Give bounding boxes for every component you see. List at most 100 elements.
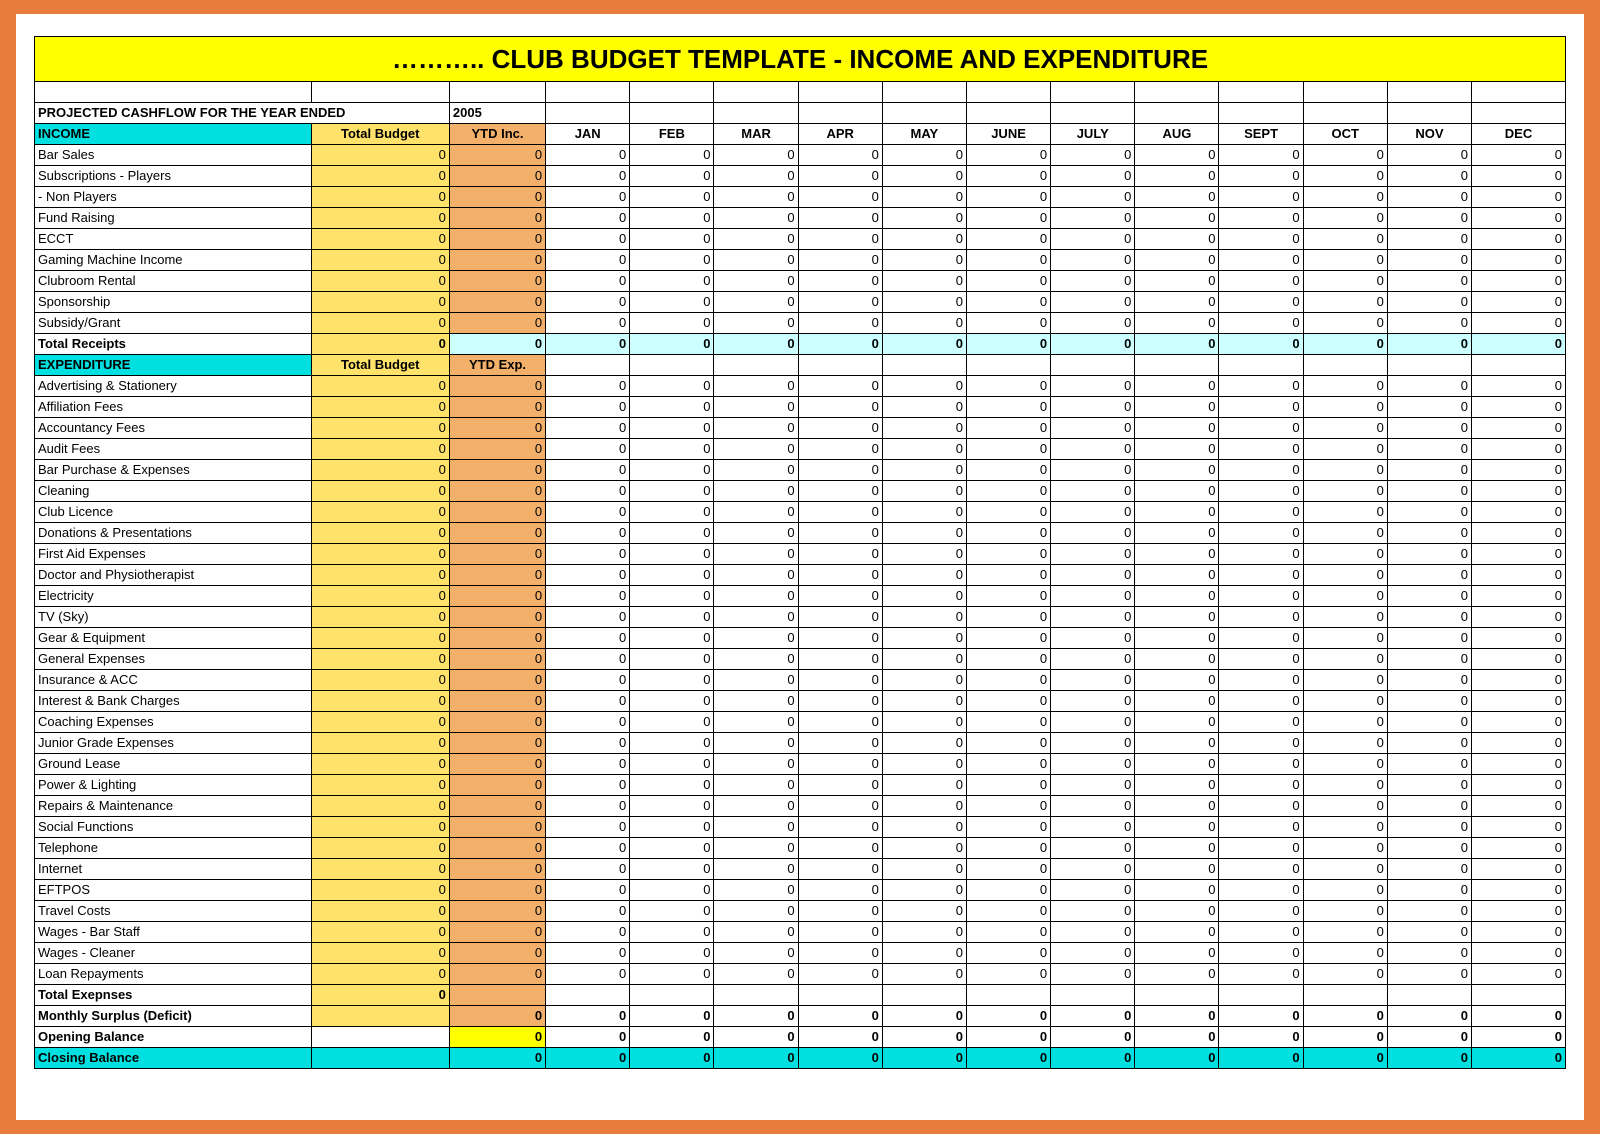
month-cell[interactable]: 0 (1387, 964, 1471, 985)
month-cell[interactable]: 0 (798, 502, 882, 523)
month-cell[interactable]: 0 (1135, 208, 1219, 229)
total-receipts-budget[interactable]: 0 (311, 334, 449, 355)
month-cell[interactable]: 0 (798, 922, 882, 943)
month-cell[interactable]: 0 (798, 733, 882, 754)
month-cell[interactable]: 0 (1387, 754, 1471, 775)
month-cell[interactable]: 0 (1051, 229, 1135, 250)
total-expenses-budget[interactable]: 0 (311, 985, 449, 1006)
month-cell[interactable]: 0 (1472, 544, 1566, 565)
month-cell[interactable]: 0 (714, 523, 798, 544)
month-cell[interactable]: 0 (546, 670, 630, 691)
month-cell[interactable]: 0 (1472, 964, 1566, 985)
month-cell[interactable]: 0 (1051, 502, 1135, 523)
month-cell[interactable]: 0 (714, 964, 798, 985)
month-cell[interactable]: 0 (714, 187, 798, 208)
month-cell[interactable]: 0 (1387, 943, 1471, 964)
month-cell[interactable]: 0 (966, 901, 1050, 922)
month-cell[interactable]: 0 (546, 187, 630, 208)
month-cell[interactable]: 0 (1219, 586, 1303, 607)
month-cell[interactable]: 0 (882, 880, 966, 901)
month-cell[interactable]: 0 (1051, 901, 1135, 922)
month-cell[interactable]: 0 (1219, 481, 1303, 502)
month-cell[interactable]: 0 (1051, 628, 1135, 649)
month-cell[interactable]: 0 (882, 502, 966, 523)
month-cell[interactable]: 0 (966, 208, 1050, 229)
month-cell[interactable]: 0 (1472, 649, 1566, 670)
budget-cell[interactable]: 0 (311, 481, 449, 502)
month-cell[interactable]: 0 (714, 397, 798, 418)
budget-cell[interactable]: 0 (311, 187, 449, 208)
month-cell[interactable]: 0 (1472, 145, 1566, 166)
month-cell[interactable]: 0 (1219, 859, 1303, 880)
month-cell[interactable]: 0 (630, 943, 714, 964)
month-cell[interactable]: 0 (1051, 418, 1135, 439)
month-cell[interactable]: 0 (1303, 229, 1387, 250)
month-cell[interactable]: 0 (546, 775, 630, 796)
month-cell[interactable]: 0 (1051, 859, 1135, 880)
month-cell[interactable]: 0 (1051, 691, 1135, 712)
month-cell[interactable]: 0 (714, 880, 798, 901)
month-cell[interactable]: 0 (798, 796, 882, 817)
month-cell[interactable]: 0 (1303, 817, 1387, 838)
month-cell[interactable]: 0 (630, 649, 714, 670)
budget-cell[interactable]: 0 (311, 166, 449, 187)
budget-cell[interactable]: 0 (311, 649, 449, 670)
month-cell[interactable]: 0 (1135, 859, 1219, 880)
month-cell[interactable]: 0 (1303, 418, 1387, 439)
month-cell[interactable]: 0 (798, 775, 882, 796)
month-cell[interactable]: 0 (1387, 502, 1471, 523)
month-cell[interactable]: 0 (1051, 439, 1135, 460)
month-cell[interactable]: 0 (966, 754, 1050, 775)
month-cell[interactable]: 0 (882, 523, 966, 544)
month-cell[interactable]: 0 (1135, 922, 1219, 943)
budget-cell[interactable]: 0 (311, 229, 449, 250)
month-cell[interactable]: 0 (546, 922, 630, 943)
month-cell[interactable]: 0 (630, 796, 714, 817)
month-cell[interactable]: 0 (1387, 313, 1471, 334)
month-cell[interactable]: 0 (630, 418, 714, 439)
month-cell[interactable]: 0 (966, 859, 1050, 880)
month-cell[interactable]: 0 (1219, 607, 1303, 628)
month-cell[interactable]: 0 (1135, 439, 1219, 460)
month-cell[interactable]: 0 (1051, 166, 1135, 187)
month-cell[interactable]: 0 (882, 187, 966, 208)
month-cell[interactable]: 0 (546, 250, 630, 271)
month-cell[interactable]: 0 (1472, 691, 1566, 712)
month-cell[interactable]: 0 (714, 670, 798, 691)
month-cell[interactable]: 0 (1387, 187, 1471, 208)
month-cell[interactable]: 0 (1472, 418, 1566, 439)
month-cell[interactable]: 0 (1219, 691, 1303, 712)
month-cell[interactable]: 0 (714, 250, 798, 271)
month-cell[interactable]: 0 (1135, 733, 1219, 754)
month-cell[interactable]: 0 (1135, 880, 1219, 901)
month-cell[interactable]: 0 (798, 250, 882, 271)
month-cell[interactable]: 0 (966, 376, 1050, 397)
budget-cell[interactable]: 0 (311, 544, 449, 565)
month-cell[interactable]: 0 (714, 145, 798, 166)
month-cell[interactable]: 0 (546, 271, 630, 292)
month-cell[interactable]: 0 (1387, 607, 1471, 628)
month-cell[interactable]: 0 (1051, 271, 1135, 292)
month-cell[interactable]: 0 (1051, 754, 1135, 775)
month-cell[interactable]: 0 (1472, 271, 1566, 292)
month-cell[interactable]: 0 (882, 628, 966, 649)
month-cell[interactable]: 0 (1303, 901, 1387, 922)
month-cell[interactable]: 0 (882, 796, 966, 817)
month-cell[interactable]: 0 (630, 922, 714, 943)
month-cell[interactable]: 0 (1051, 145, 1135, 166)
month-cell[interactable]: 0 (798, 271, 882, 292)
month-cell[interactable]: 0 (798, 859, 882, 880)
month-cell[interactable]: 0 (1303, 271, 1387, 292)
month-cell[interactable]: 0 (1303, 565, 1387, 586)
month-cell[interactable]: 0 (630, 838, 714, 859)
month-cell[interactable]: 0 (1219, 439, 1303, 460)
month-cell[interactable]: 0 (882, 922, 966, 943)
month-cell[interactable]: 0 (1219, 166, 1303, 187)
month-cell[interactable]: 0 (1387, 292, 1471, 313)
month-cell[interactable]: 0 (714, 817, 798, 838)
month-cell[interactable]: 0 (1135, 670, 1219, 691)
month-cell[interactable]: 0 (1387, 166, 1471, 187)
month-cell[interactable]: 0 (714, 922, 798, 943)
month-cell[interactable]: 0 (1472, 712, 1566, 733)
month-cell[interactable]: 0 (1387, 859, 1471, 880)
